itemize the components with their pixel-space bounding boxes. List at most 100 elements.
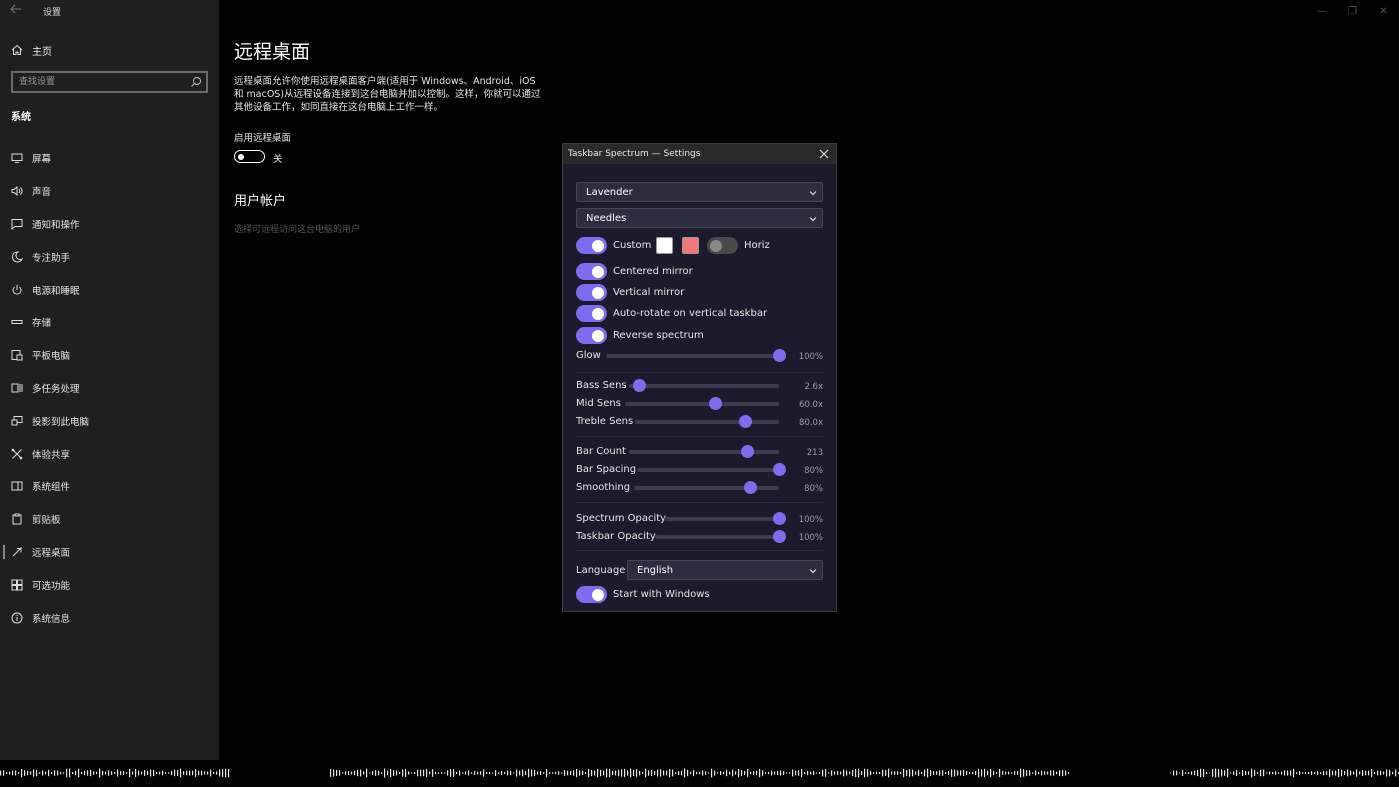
spectrum-needle	[813, 770, 815, 776]
spectrum-needle	[774, 771, 776, 775]
spectrum-needle	[576, 768, 578, 778]
bar-count-slider[interactable]	[629, 445, 779, 458]
spectrum-needle	[579, 770, 581, 776]
search-input[interactable]	[19, 75, 189, 89]
spectrum-needle	[333, 769, 335, 777]
centered-mirror-toggle[interactable]	[576, 263, 607, 280]
spectrum-needle	[420, 769, 422, 777]
sidebar-item-about[interactable]: 系统信息	[0, 601, 219, 634]
bar-count-value: 213	[806, 448, 823, 458]
sidebar-item-projecting[interactable]: 投影到此电脑	[0, 404, 219, 437]
spectrum-needle	[1041, 770, 1043, 776]
spectrum-needle	[591, 769, 593, 777]
search-icon[interactable]	[190, 76, 202, 88]
treble-sens-slider[interactable]	[635, 415, 779, 428]
reverse-spectrum-label: Reverse spectrum	[613, 330, 704, 341]
slider-thumb[interactable]	[709, 397, 723, 410]
sidebar-item-shared-experiences[interactable]: 体验共享	[0, 437, 219, 470]
tablet-icon	[11, 350, 23, 361]
sidebar-item-tablet[interactable]: 平板电脑	[0, 339, 219, 372]
custom-color-1-swatch[interactable]	[656, 237, 673, 254]
sidebar-item-system-components[interactable]: 系统组件	[0, 470, 219, 503]
page-title: 远程桌面	[234, 41, 311, 63]
reverse-spectrum-toggle[interactable]	[576, 327, 607, 344]
search-box[interactable]	[11, 71, 208, 93]
spectrum-needle	[1212, 769, 1214, 777]
spectrum-needle	[1374, 772, 1376, 774]
slider-thumb[interactable]	[741, 445, 754, 458]
sidebar-item-label: 多任务处理	[32, 383, 80, 395]
slider-thumb[interactable]	[772, 349, 786, 362]
spectrum-needle	[1062, 769, 1064, 777]
slider-thumb[interactable]	[772, 530, 786, 543]
spectrum-opacity-label: Spectrum Opacity	[576, 513, 667, 524]
glow-slider[interactable]	[606, 349, 786, 362]
spectrum-needle	[1371, 769, 1373, 777]
sidebar-item-power[interactable]: 电源和睡眠	[0, 273, 219, 306]
spectrum-needle	[153, 769, 155, 777]
spectrum-needle	[687, 769, 689, 777]
spectrum-needle	[762, 770, 764, 776]
spectrum-needle	[678, 771, 680, 775]
horizontal-toggle[interactable]	[707, 237, 738, 254]
spectrum-needle	[837, 771, 839, 775]
sidebar-item-clipboard[interactable]: 剪贴板	[0, 503, 219, 536]
spectrum-needle	[483, 769, 485, 777]
spectrum-needle	[747, 769, 749, 777]
custom-colors-toggle[interactable]	[576, 237, 607, 254]
spectrum-needle	[1023, 769, 1025, 777]
spectrum-needle	[183, 771, 185, 775]
slider-thumb[interactable]	[743, 481, 757, 494]
spectrum-needle	[534, 769, 536, 777]
theme-select[interactable]: Lavender	[576, 182, 823, 202]
sidebar-item-focus-assist[interactable]: 专注助手	[0, 240, 219, 273]
auto-rotate-toggle[interactable]	[576, 305, 607, 322]
spectrum-needle	[567, 770, 569, 776]
sidebar-item-remote-desktop[interactable]: 远程桌面	[0, 536, 219, 569]
back-arrow-icon[interactable]	[10, 3, 24, 17]
mid-sens-value: 60.0x	[799, 400, 823, 410]
close-icon[interactable]	[818, 148, 830, 160]
style-select[interactable]: Needles	[576, 208, 823, 228]
spectrum-needle	[1392, 771, 1394, 775]
spectrum-needle	[630, 768, 632, 778]
spectrum-needle	[336, 769, 338, 777]
sidebar-item-storage[interactable]: 存储	[0, 306, 219, 339]
spectrum-needle	[981, 769, 983, 777]
sidebar-item-optional-features[interactable]: 可选功能	[0, 568, 219, 601]
sidebar-item-notifications[interactable]: 通知和操作	[0, 208, 219, 241]
slider-thumb[interactable]	[739, 415, 753, 428]
spectrum-needle	[876, 771, 878, 775]
slider-thumb[interactable]	[633, 379, 646, 392]
spectrum-needle	[753, 771, 755, 775]
spectrum-needle	[453, 769, 455, 777]
spectrum-needle	[1299, 771, 1301, 775]
mid-sens-slider[interactable]	[625, 397, 779, 410]
sidebar-item-display[interactable]: 屏幕	[0, 142, 219, 175]
spectrum-needle	[378, 770, 380, 776]
horiz-label: Horiz	[744, 240, 770, 251]
spectrum-needle	[477, 771, 479, 775]
slider-thumb[interactable]	[772, 463, 786, 476]
sidebar-item-multitasking[interactable]: 多任务处理	[0, 372, 219, 405]
spectrum-opacity-slider[interactable]	[664, 512, 786, 525]
spectrum-needle	[978, 768, 980, 778]
spectrum-needle	[51, 771, 53, 775]
language-select[interactable]: English	[627, 560, 823, 580]
nav-home[interactable]: 主页	[0, 40, 219, 60]
spectrum-needle	[159, 771, 161, 775]
bass-sens-slider[interactable]	[629, 379, 779, 392]
taskbar-opacity-slider[interactable]	[655, 530, 786, 543]
smoothing-slider[interactable]	[634, 481, 779, 494]
user-accounts-link[interactable]: 选择可远程访问这台电脑的用户	[234, 222, 360, 235]
start-with-windows-toggle[interactable]	[576, 586, 607, 603]
sidebar-item-sound[interactable]: 声音	[0, 175, 219, 208]
enable-remote-desktop-toggle[interactable]	[234, 150, 265, 163]
spectrum-needle	[1173, 770, 1175, 776]
slider-thumb[interactable]	[772, 512, 786, 525]
custom-color-2-swatch[interactable]	[682, 237, 699, 254]
bar-spacing-slider[interactable]	[637, 463, 786, 476]
sidebar-item-label: 声音	[32, 187, 52, 199]
spectrum-needle	[417, 769, 419, 777]
vertical-mirror-toggle[interactable]	[576, 284, 607, 301]
